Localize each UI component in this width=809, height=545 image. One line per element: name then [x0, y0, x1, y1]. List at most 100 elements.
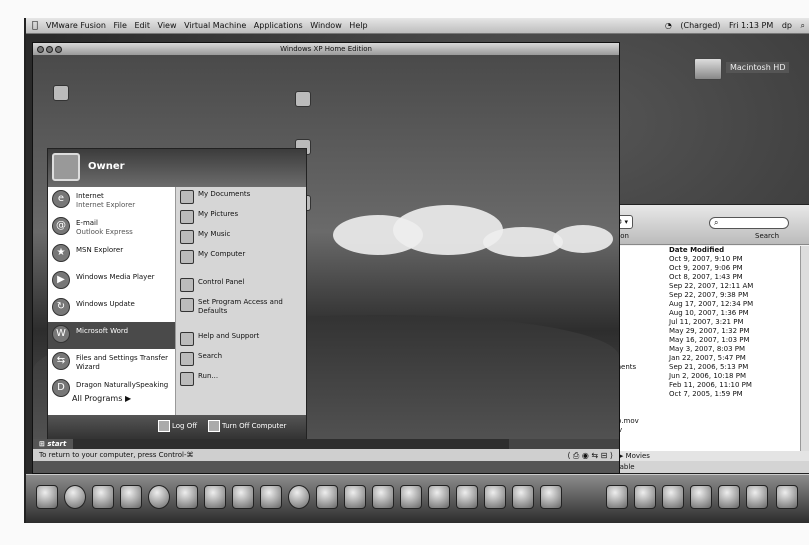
start-item-my-computer[interactable]: My Computer	[176, 247, 306, 267]
start-item-program-access[interactable]: Set Program Access and Defaults	[176, 295, 306, 321]
battery-status[interactable]: (Charged)	[680, 21, 720, 30]
user-name: Owner	[88, 161, 125, 172]
trash-icon[interactable]	[776, 485, 798, 509]
start-item-run[interactable]: Run...	[176, 369, 306, 389]
app-icon[interactable]	[400, 485, 422, 509]
menu-view[interactable]: View	[158, 21, 177, 30]
date-cell: Feb 11, 2006, 11:10 PM	[669, 381, 752, 389]
vm-title: Windows XP Home Edition	[280, 45, 372, 53]
all-programs-button[interactable]: All Programs ▶	[72, 394, 131, 403]
app-icon[interactable]	[344, 485, 366, 509]
zoom-button[interactable]	[55, 46, 62, 53]
date-cell: Jan 22, 2007, 5:47 PM	[669, 354, 746, 362]
start-item-word[interactable]: W Microsoft Word	[48, 322, 175, 349]
dragon-icon: D	[52, 379, 70, 397]
start-menu-header: Owner	[48, 149, 306, 187]
start-item-internet[interactable]: e Internet Internet Explorer	[48, 187, 175, 214]
turn-off-button[interactable]: Turn Off Computer	[208, 420, 286, 432]
dock-folder-icon[interactable]	[634, 485, 656, 509]
file-list[interactable]: .mov Segments group.mov s.mov Da	[599, 246, 809, 451]
start-item-my-pictures[interactable]: My Pictures	[176, 207, 306, 227]
start-menu-footer: Log Off Turn Off Computer	[48, 415, 306, 439]
date-cell: Aug 10, 2007, 1:36 PM	[669, 309, 749, 317]
preview-icon[interactable]	[260, 485, 282, 509]
start-button[interactable]: ⊞ start	[33, 439, 73, 449]
apple-menu-icon[interactable]: 	[32, 18, 38, 34]
date-cell: Jun 2, 2006, 10:18 PM	[669, 372, 746, 380]
desktop-icon[interactable]	[53, 85, 69, 101]
windows-logo-icon: ⊞	[39, 440, 45, 448]
clock[interactable]: Fri 1:13 PM	[729, 21, 773, 30]
app-icon[interactable]	[372, 485, 394, 509]
start-item-msn[interactable]: ★ MSN Explorer	[48, 241, 175, 268]
system-preferences-icon[interactable]	[288, 485, 310, 509]
vm-titlebar[interactable]: Windows XP Home Edition	[33, 43, 619, 55]
app-icon[interactable]	[540, 485, 562, 509]
iphoto-icon[interactable]	[176, 485, 198, 509]
menu-applications[interactable]: Applications	[254, 21, 303, 30]
desktop-icon[interactable]	[295, 91, 311, 107]
dock-document-icon[interactable]	[746, 485, 768, 509]
start-item-control-panel[interactable]: Control Panel	[176, 275, 306, 295]
start-item-search[interactable]: Search	[176, 349, 306, 369]
app-icon[interactable]	[316, 485, 338, 509]
start-item-transfer-wizard[interactable]: ⇆ Files and Settings Transfer Wizard	[48, 349, 175, 376]
device-icons[interactable]: ⟨ ⎙ ◉ ⇆ ⊟ ⟩	[567, 450, 613, 462]
minimize-button[interactable]	[46, 46, 53, 53]
mac-dock	[26, 474, 809, 523]
start-item-help[interactable]: Help and Support	[176, 329, 306, 349]
garageband-icon[interactable]	[232, 485, 254, 509]
finder-status: available	[599, 461, 809, 473]
hard-drive-icon[interactable]	[694, 58, 722, 80]
dock-folder-icon[interactable]	[662, 485, 684, 509]
user-name[interactable]: dp	[782, 21, 792, 30]
app-icon[interactable]	[484, 485, 506, 509]
menu-window[interactable]: Window	[310, 21, 342, 30]
app-icon[interactable]	[428, 485, 450, 509]
date-cell: May 29, 2007, 1:32 PM	[669, 327, 750, 335]
start-item-my-documents[interactable]: My Documents	[176, 187, 306, 207]
close-button[interactable]	[37, 46, 44, 53]
folder-icon	[180, 190, 194, 204]
path-bar[interactable]: ▸ dp ▸ Movies	[599, 451, 809, 461]
dock-document-icon[interactable]	[718, 485, 740, 509]
itunes-icon[interactable]	[148, 485, 170, 509]
program-access-icon	[180, 298, 194, 312]
mail-icon[interactable]	[92, 485, 114, 509]
menu-file[interactable]: File	[114, 21, 127, 30]
start-item-windows-update[interactable]: ↻ Windows Update	[48, 295, 175, 322]
vertical-scrollbar[interactable]	[800, 246, 809, 451]
date-cell: Aug 17, 2007, 12:34 PM	[669, 300, 754, 308]
ical-icon[interactable]	[120, 485, 142, 509]
app-icon[interactable]	[512, 485, 534, 509]
menu-help[interactable]: Help	[349, 21, 367, 30]
date-column: Date Modified Oct 9, 2007, 9:10 PM Oct 9…	[669, 246, 789, 399]
xp-desktop[interactable]: Owner e Internet Internet Explorer @ E-m…	[33, 55, 619, 449]
control-panel-icon	[180, 278, 194, 292]
app-icon[interactable]	[456, 485, 478, 509]
menu-edit[interactable]: Edit	[134, 21, 150, 30]
menu-virtual-machine[interactable]: Virtual Machine	[184, 21, 246, 30]
search-input[interactable]: ⌕	[709, 217, 789, 229]
start-item-media-player[interactable]: ▶ Windows Media Player	[48, 268, 175, 295]
vmware-window[interactable]: Windows XP Home Edition Owner e Internet…	[32, 42, 620, 474]
finder-icon[interactable]	[36, 485, 58, 509]
start-item-email[interactable]: @ E-mail Outlook Express	[48, 214, 175, 241]
menu-vmware-fusion[interactable]: VMware Fusion	[46, 21, 106, 30]
dock-folder-icon[interactable]	[606, 485, 628, 509]
finder-window[interactable]: ⚙ ▾ Action ⌕ Search .mov	[598, 204, 809, 474]
start-menu: Owner e Internet Internet Explorer @ E-m…	[47, 148, 307, 440]
computer-icon	[180, 250, 194, 264]
spotlight-icon[interactable]: ⌕	[801, 21, 805, 30]
log-off-button[interactable]: Log Off	[158, 420, 197, 432]
dock-document-icon[interactable]	[690, 485, 712, 509]
imovie-icon[interactable]	[204, 485, 226, 509]
hard-drive-label[interactable]: Macintosh HD	[726, 62, 790, 73]
date-cell: Oct 7, 2005, 1:59 PM	[669, 390, 743, 398]
wifi-icon[interactable]: ◔	[665, 21, 672, 30]
date-modified-header[interactable]: Date Modified	[669, 246, 789, 255]
system-tray[interactable]	[509, 439, 619, 449]
start-item-my-music[interactable]: My Music	[176, 227, 306, 247]
start-label: start	[47, 440, 67, 448]
safari-icon[interactable]	[64, 485, 86, 509]
